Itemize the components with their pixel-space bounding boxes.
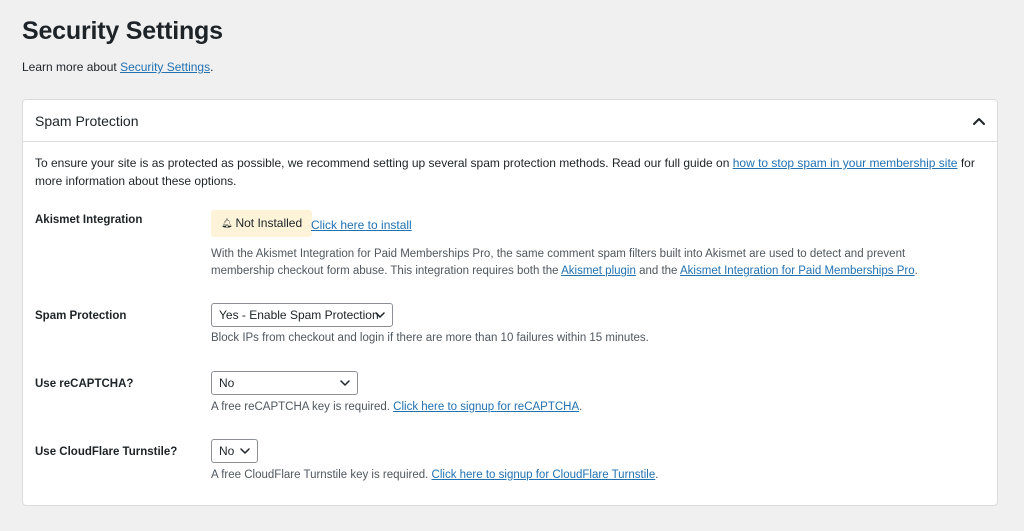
- akismet-pmpro-integration-link[interactable]: Akismet Integration for Paid Memberships…: [680, 265, 915, 277]
- chevron-down-icon: [375, 312, 385, 318]
- akismet-desc-middle: and the: [635, 265, 681, 277]
- recaptcha-desc-suffix: .: [579, 401, 583, 413]
- turnstile-select-value: No: [219, 444, 235, 458]
- chevron-up-icon[interactable]: [971, 113, 987, 129]
- cloudflare-turnstile-select[interactable]: No: [211, 439, 258, 463]
- page-title: Security Settings: [22, 17, 223, 45]
- badge-text: Not Installed: [235, 216, 303, 230]
- security-settings-docs-link[interactable]: Security Settings: [120, 60, 210, 74]
- spam-protection-description: Block IPs from checkout and login if the…: [211, 332, 649, 344]
- learn-more-text: Learn more about Security Settings.: [22, 59, 213, 75]
- recaptcha-desc-prefix: A free reCAPTCHA key is required.: [211, 401, 394, 413]
- recaptcha-label: Use reCAPTCHA?: [35, 378, 134, 390]
- spam-protection-select[interactable]: Yes - Enable Spam Protection: [211, 303, 393, 327]
- recaptcha-signup-link[interactable]: Click here to signup for reCAPTCHA: [393, 401, 579, 413]
- turnstile-description: A free CloudFlare Turnstile key is requi…: [211, 467, 658, 484]
- intro-prefix: To ensure your site is as protected as p…: [35, 156, 733, 170]
- recaptcha-description: A free reCAPTCHA key is required. Click …: [211, 399, 582, 416]
- panel-title: Spam Protection: [35, 113, 139, 129]
- akismet-plugin-link[interactable]: Akismet plugin: [561, 265, 636, 277]
- turnstile-desc-prefix: A free CloudFlare Turnstile key is requi…: [211, 469, 432, 481]
- cloudflare-turnstile-label: Use CloudFlare Turnstile?: [35, 446, 178, 458]
- akismet-desc-suffix: .: [914, 265, 918, 277]
- spam-protection-panel-header[interactable]: Spam Protection: [23, 100, 997, 142]
- recaptcha-select[interactable]: No: [211, 371, 358, 395]
- akismet-integration-label: Akismet Integration: [35, 214, 143, 226]
- not-installed-badge: 🔔︎ Not Installed: [211, 210, 313, 237]
- panel-intro: To ensure your site is as protected as p…: [35, 154, 985, 190]
- spam-protection-label: Spam Protection: [35, 310, 127, 322]
- learn-more-suffix: .: [210, 60, 214, 74]
- spam-protection-panel: Spam Protection To ensure your site is a…: [22, 99, 998, 506]
- chevron-down-icon: [340, 380, 350, 386]
- bell-icon: 🔔︎: [221, 218, 233, 228]
- akismet-install-link[interactable]: Click here to install: [311, 218, 412, 232]
- akismet-description: With the Akismet Integration for Paid Me…: [211, 246, 971, 280]
- stop-spam-guide-link[interactable]: how to stop spam in your membership site: [733, 156, 958, 170]
- turnstile-signup-link[interactable]: Click here to signup for CloudFlare Turn…: [432, 469, 656, 481]
- recaptcha-select-value: No: [219, 376, 235, 390]
- spam-protection-select-value: Yes - Enable Spam Protection: [219, 308, 379, 322]
- learn-more-prefix: Learn more about: [22, 60, 121, 74]
- chevron-down-icon: [240, 448, 250, 454]
- turnstile-desc-suffix: .: [655, 469, 659, 481]
